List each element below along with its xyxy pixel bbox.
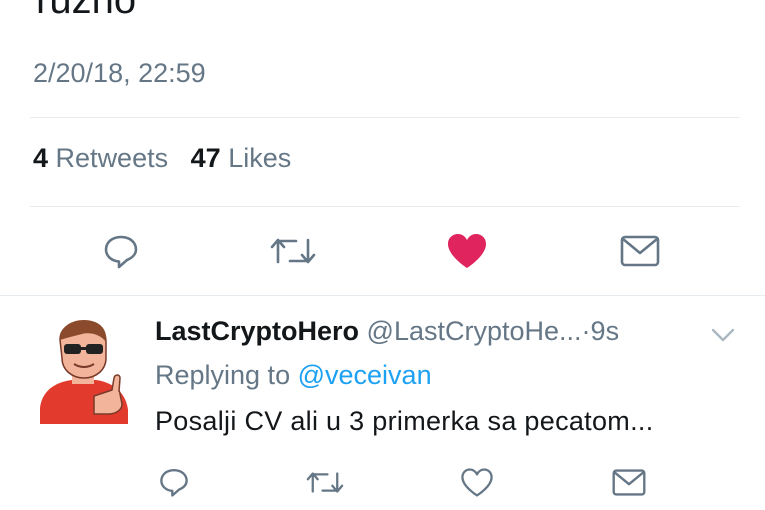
replying-to-line: Replying to @veceivan: [155, 360, 432, 391]
reply-header: LastCryptoHero @LastCryptoHe...·9s: [155, 316, 619, 347]
message-icon: [612, 469, 646, 496]
tweet-stats: 4 Retweets 47 Likes: [33, 143, 291, 174]
reply-icon: [104, 235, 138, 269]
retweet-icon: [270, 238, 316, 264]
replying-to-label: Replying to: [155, 360, 291, 390]
likes-count: 47: [190, 143, 221, 173]
direct-message-button[interactable]: [620, 234, 660, 268]
retweets-label: Retweets: [55, 143, 169, 173]
reply-text: Posalji CV ali u 3 primerka sa pecatom..…: [155, 406, 654, 436]
reply-reply-button[interactable]: [158, 466, 190, 503]
reply-icon: [160, 469, 188, 497]
reply-like-button[interactable]: [460, 467, 494, 503]
avatar-cartoon-icon: [40, 320, 128, 424]
retweets-stat[interactable]: 4 Retweets: [33, 143, 176, 173]
divider: [0, 295, 765, 296]
reply-handle[interactable]: @LastCryptoHe...: [367, 316, 582, 346]
message-icon: [620, 235, 660, 267]
reply-time: 9s: [590, 316, 620, 346]
divider: [30, 206, 740, 207]
like-button[interactable]: [446, 232, 488, 270]
heart-icon: [448, 234, 486, 268]
likes-label: Likes: [228, 143, 292, 173]
retweet-button[interactable]: [270, 232, 316, 270]
tweet-timestamp: 2/20/18, 22:59: [33, 58, 206, 88]
retweet-icon: [306, 472, 344, 493]
tweet-options-button[interactable]: [710, 326, 736, 349]
chevron-down-icon: [711, 328, 735, 342]
replying-to-mention[interactable]: @veceivan: [298, 360, 432, 390]
retweets-count: 4: [33, 143, 49, 173]
reply-separator: ·: [581, 316, 591, 346]
reply-display-name[interactable]: LastCryptoHero: [155, 316, 359, 346]
avatar[interactable]: [34, 318, 134, 424]
heart-icon: [461, 468, 493, 497]
reply-button[interactable]: [102, 232, 140, 270]
likes-stat[interactable]: 47 Likes: [191, 143, 292, 173]
reply-retweet-button[interactable]: [306, 467, 344, 503]
reply-message-button[interactable]: [612, 468, 646, 502]
tweet-text: ruzno: [36, 0, 137, 22]
divider: [30, 117, 740, 118]
